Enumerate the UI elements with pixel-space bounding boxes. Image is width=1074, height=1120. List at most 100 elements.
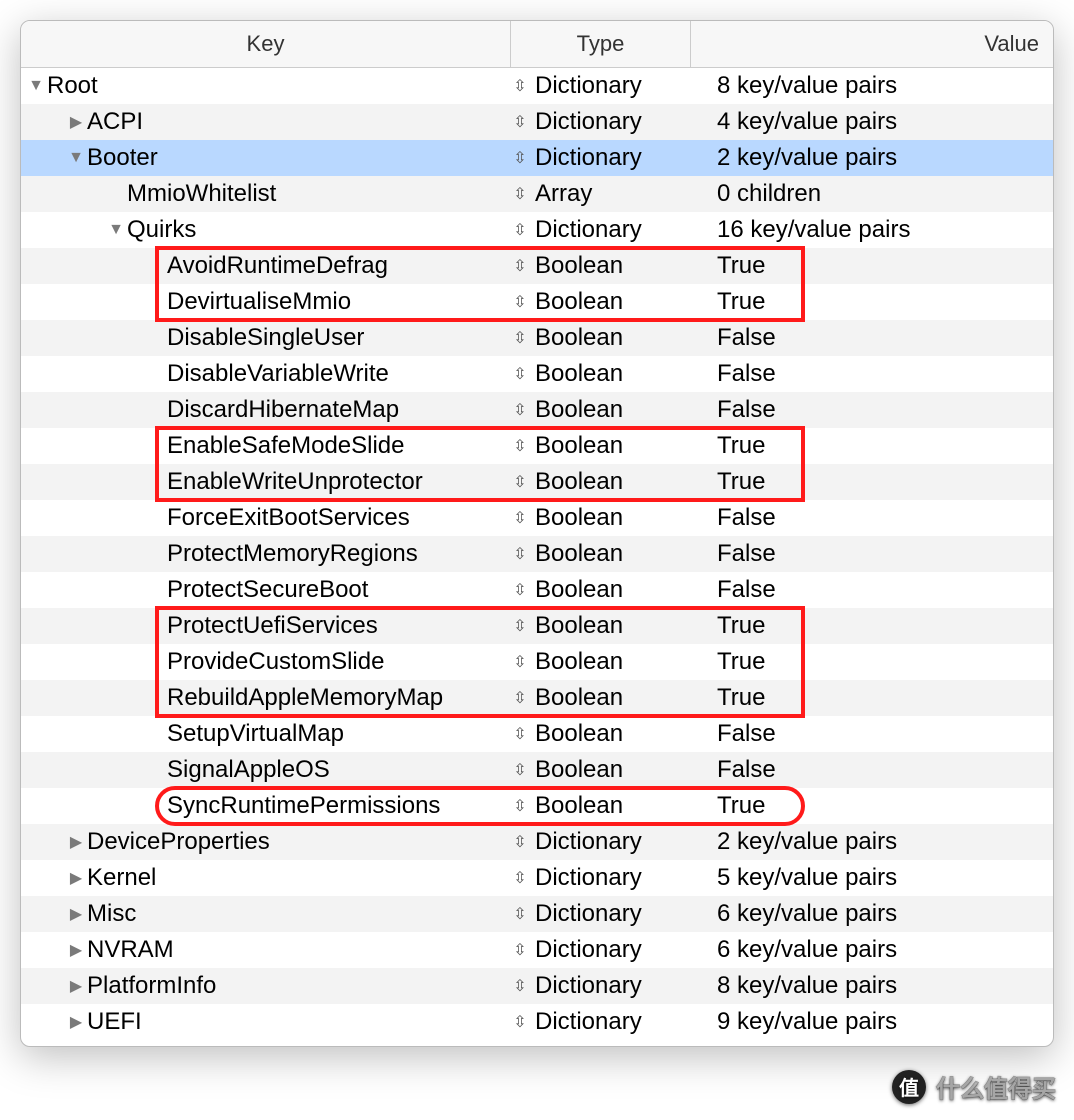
value-cell[interactable]: False [691, 576, 1053, 604]
type-stepper-icon[interactable]: ⇳ [511, 256, 529, 276]
value-cell[interactable]: 6 key/value pairs [691, 936, 1053, 964]
type-label[interactable]: Dictionary [535, 864, 642, 892]
key-label[interactable]: PlatformInfo [87, 972, 216, 1000]
tree-row[interactable]: ▶DisableSingleUser⇳BooleanFalse [21, 320, 1053, 356]
type-stepper-icon[interactable]: ⇳ [511, 292, 529, 312]
type-stepper-icon[interactable]: ⇳ [511, 688, 529, 708]
value-cell[interactable]: 9 key/value pairs [691, 1008, 1053, 1036]
tree-row[interactable]: ▶Misc⇳Dictionary6 key/value pairs [21, 896, 1053, 932]
type-stepper-icon[interactable]: ⇳ [511, 976, 529, 996]
type-stepper-icon[interactable]: ⇳ [511, 652, 529, 672]
chevron-down-icon[interactable]: ▼ [67, 149, 85, 167]
type-label[interactable]: Boolean [535, 288, 623, 316]
type-stepper-icon[interactable]: ⇳ [511, 1012, 529, 1032]
value-cell[interactable]: False [691, 324, 1053, 352]
type-label[interactable]: Dictionary [535, 900, 642, 928]
tree-row[interactable]: ▶MmioWhitelist⇳Array0 children [21, 176, 1053, 212]
type-stepper-icon[interactable]: ⇳ [511, 400, 529, 420]
value-cell[interactable]: 0 children [691, 180, 1053, 208]
tree-row[interactable]: ▶DevirtualiseMmio⇳BooleanTrue [21, 284, 1053, 320]
tree-row[interactable]: ▼Quirks⇳Dictionary16 key/value pairs [21, 212, 1053, 248]
key-label[interactable]: SetupVirtualMap [167, 720, 344, 748]
tree-row[interactable]: ▶EnableSafeModeSlide⇳BooleanTrue [21, 428, 1053, 464]
tree-row[interactable]: ▶ACPI⇳Dictionary4 key/value pairs [21, 104, 1053, 140]
key-label[interactable]: ProtectUefiServices [167, 612, 378, 640]
type-stepper-icon[interactable]: ⇳ [511, 940, 529, 960]
value-cell[interactable]: 5 key/value pairs [691, 864, 1053, 892]
key-label[interactable]: ACPI [87, 108, 143, 136]
value-cell[interactable]: True [691, 792, 1053, 820]
type-label[interactable]: Boolean [535, 756, 623, 784]
tree-row[interactable]: ▶ProvideCustomSlide⇳BooleanTrue [21, 644, 1053, 680]
column-header-type[interactable]: Type [511, 21, 691, 67]
type-stepper-icon[interactable]: ⇳ [511, 220, 529, 240]
type-label[interactable]: Boolean [535, 612, 623, 640]
tree-row[interactable]: ▶SyncRuntimePermissions⇳BooleanTrue [21, 788, 1053, 824]
value-cell[interactable]: 16 key/value pairs [691, 216, 1053, 244]
key-label[interactable]: AvoidRuntimeDefrag [167, 252, 388, 280]
tree-row[interactable]: ▶AvoidRuntimeDefrag⇳BooleanTrue [21, 248, 1053, 284]
value-cell[interactable]: 8 key/value pairs [691, 972, 1053, 1000]
value-cell[interactable]: 2 key/value pairs [691, 144, 1053, 172]
type-label[interactable]: Boolean [535, 360, 623, 388]
key-label[interactable]: Root [47, 72, 98, 100]
type-stepper-icon[interactable]: ⇳ [511, 868, 529, 888]
type-stepper-icon[interactable]: ⇳ [511, 580, 529, 600]
value-cell[interactable]: False [691, 756, 1053, 784]
type-stepper-icon[interactable]: ⇳ [511, 796, 529, 816]
value-cell[interactable]: False [691, 504, 1053, 532]
key-label[interactable]: ForceExitBootServices [167, 504, 410, 532]
type-stepper-icon[interactable]: ⇳ [511, 616, 529, 636]
key-label[interactable]: RebuildAppleMemoryMap [167, 684, 443, 712]
column-header-value[interactable]: Value [691, 21, 1053, 67]
type-stepper-icon[interactable]: ⇳ [511, 184, 529, 204]
type-label[interactable]: Dictionary [535, 972, 642, 1000]
type-stepper-icon[interactable]: ⇳ [511, 436, 529, 456]
value-cell[interactable]: 8 key/value pairs [691, 72, 1053, 100]
tree-row[interactable]: ▶UEFI⇳Dictionary9 key/value pairs [21, 1004, 1053, 1040]
value-cell[interactable]: False [691, 540, 1053, 568]
chevron-right-icon[interactable]: ▶ [67, 868, 85, 888]
chevron-down-icon[interactable]: ▼ [27, 77, 45, 95]
key-label[interactable]: UEFI [87, 1008, 142, 1036]
column-header-key[interactable]: Key [21, 21, 511, 67]
chevron-right-icon[interactable]: ▶ [67, 940, 85, 960]
tree-row[interactable]: ▶RebuildAppleMemoryMap⇳BooleanTrue [21, 680, 1053, 716]
value-cell[interactable]: False [691, 720, 1053, 748]
key-label[interactable]: Booter [87, 144, 158, 172]
value-cell[interactable]: True [691, 432, 1053, 460]
type-label[interactable]: Boolean [535, 504, 623, 532]
key-label[interactable]: DisableSingleUser [167, 324, 364, 352]
tree-row[interactable]: ▼Root⇳Dictionary8 key/value pairs [21, 68, 1053, 104]
type-label[interactable]: Boolean [535, 720, 623, 748]
type-stepper-icon[interactable]: ⇳ [511, 328, 529, 348]
value-cell[interactable]: 6 key/value pairs [691, 900, 1053, 928]
key-label[interactable]: EnableWriteUnprotector [167, 468, 423, 496]
chevron-right-icon[interactable]: ▶ [67, 832, 85, 852]
type-label[interactable]: Boolean [535, 792, 623, 820]
tree-row[interactable]: ▶DisableVariableWrite⇳BooleanFalse [21, 356, 1053, 392]
type-stepper-icon[interactable]: ⇳ [511, 724, 529, 744]
type-label[interactable]: Dictionary [535, 108, 642, 136]
tree-row[interactable]: ▶Kernel ⇳ Dictionary 5 key/value pairs [21, 860, 1053, 896]
type-label[interactable]: Dictionary [535, 216, 642, 244]
type-label[interactable]: Boolean [535, 648, 623, 676]
tree-row[interactable]: ▶DeviceProperties⇳Dictionary2 key/value … [21, 824, 1053, 860]
tree-row[interactable]: ▶DiscardHibernateMap⇳BooleanFalse [21, 392, 1053, 428]
type-label[interactable]: Dictionary [535, 1008, 642, 1036]
type-label[interactable]: Boolean [535, 540, 623, 568]
type-stepper-icon[interactable]: ⇳ [511, 760, 529, 780]
value-cell[interactable]: True [691, 612, 1053, 640]
value-cell[interactable]: 4 key/value pairs [691, 108, 1053, 136]
chevron-right-icon[interactable]: ▶ [67, 904, 85, 924]
key-label[interactable]: Kernel [87, 864, 156, 892]
key-label[interactable]: DevirtualiseMmio [167, 288, 351, 316]
type-stepper-icon[interactable]: ⇳ [511, 544, 529, 564]
type-stepper-icon[interactable]: ⇳ [511, 364, 529, 384]
key-label[interactable]: MmioWhitelist [127, 180, 276, 208]
type-stepper-icon[interactable]: ⇳ [511, 112, 529, 132]
key-label[interactable]: NVRAM [87, 936, 174, 964]
value-cell[interactable]: True [691, 648, 1053, 676]
tree-row[interactable]: ▼Booter⇳Dictionary2 key/value pairs [21, 140, 1053, 176]
type-stepper-icon[interactable]: ⇳ [511, 904, 529, 924]
